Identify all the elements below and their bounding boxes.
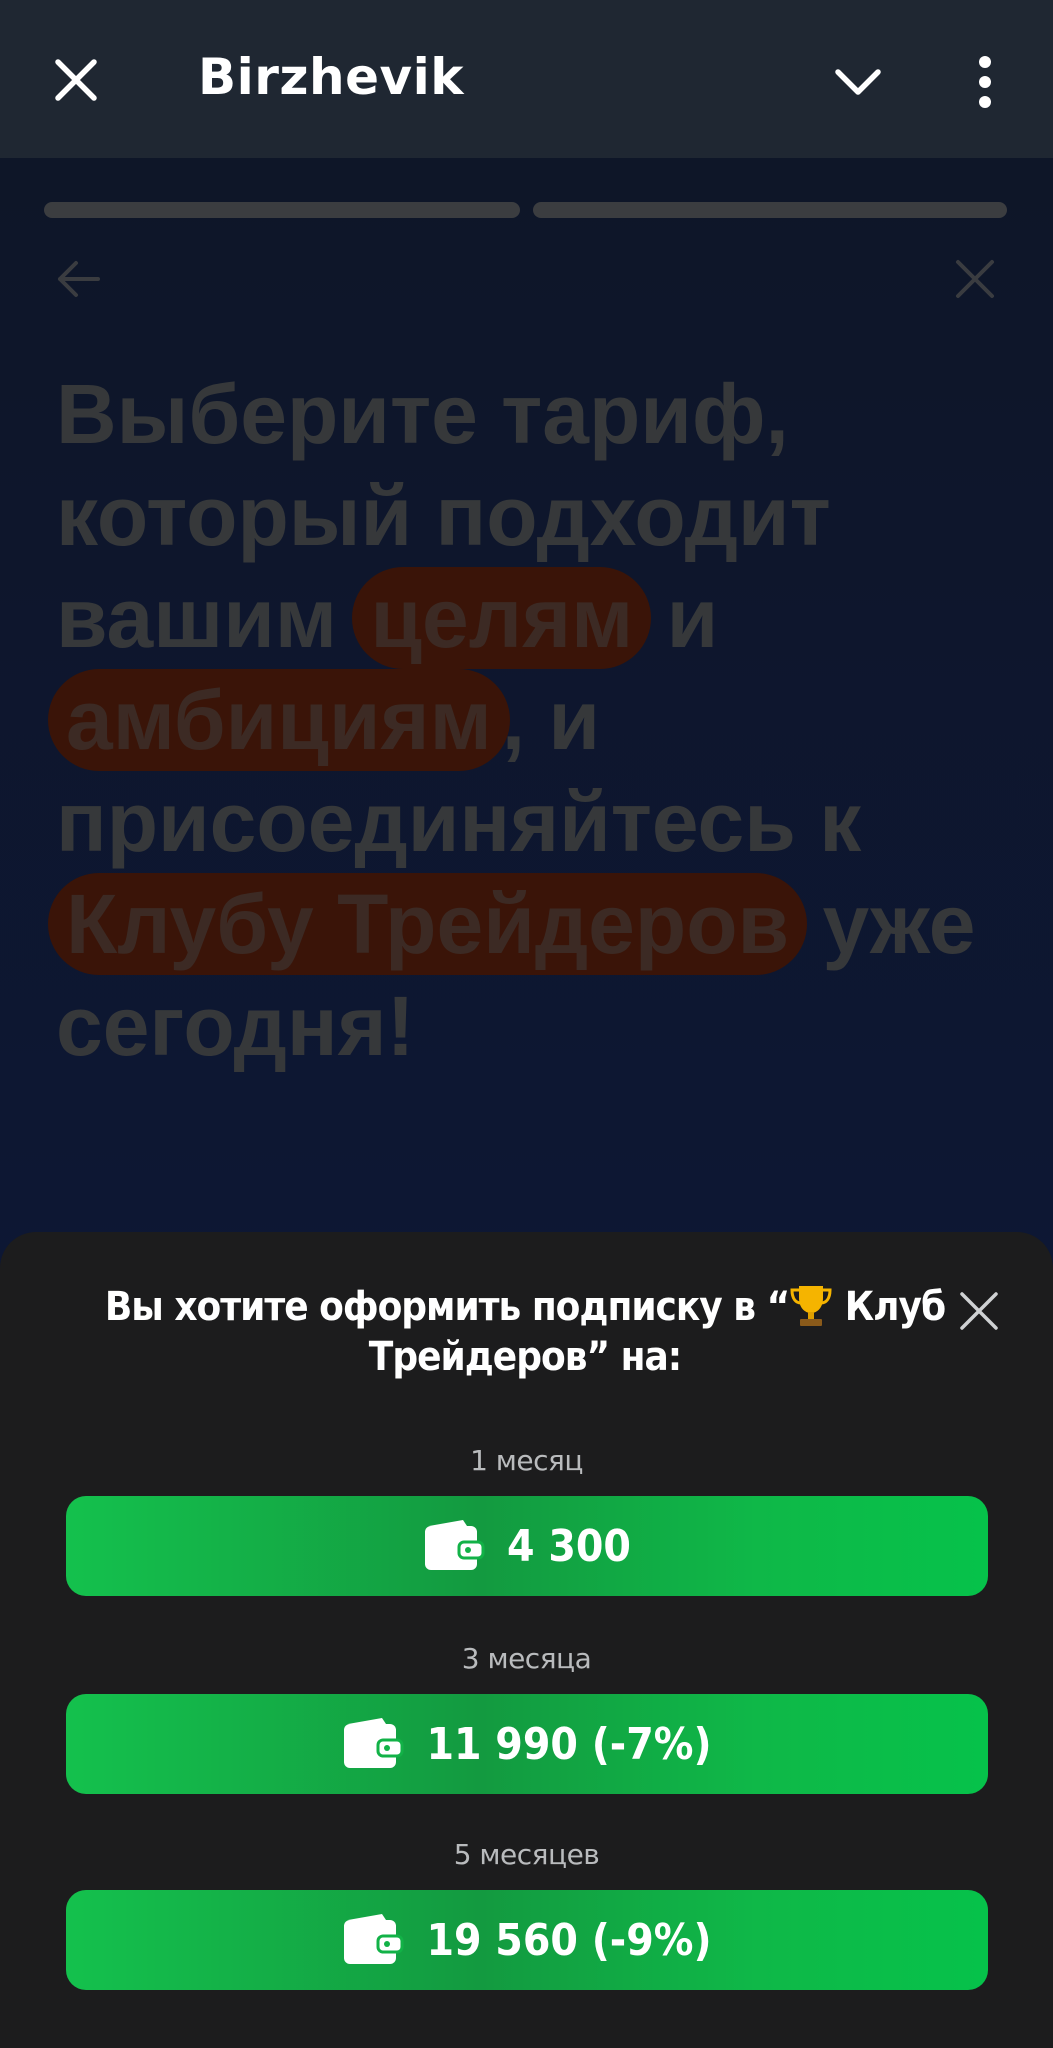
progress-segment-1	[44, 202, 520, 218]
plan-2-label: 3 месяца	[461, 1642, 592, 1675]
plan-3-price: 19 560 (-9%)	[426, 1914, 712, 1966]
plan-3-button[interactable]: 19 560 (-9%)	[66, 1890, 988, 1990]
headline-highlight-goals: целям	[352, 567, 652, 669]
subscription-question: Вы хотите оформить подписку в “ Клуб Тре…	[70, 1282, 980, 1382]
progress-segment-2	[533, 202, 1007, 218]
subscription-sheet: Вы хотите оформить подписку в “ Клуб Тре…	[0, 1232, 1053, 2048]
headline-line-1: Выберите тариф,	[56, 367, 789, 461]
headline-line-3-tail: и	[666, 571, 719, 665]
plan-2-button[interactable]: 11 990 (-7%)	[66, 1694, 988, 1794]
plan-3-label: 5 месяцев	[453, 1838, 600, 1871]
plan-2-price: 11 990 (-7%)	[426, 1718, 712, 1770]
wallet-icon	[423, 1518, 485, 1574]
trophy-icon	[789, 1282, 833, 1328]
chevron-down-icon[interactable]	[828, 52, 888, 112]
more-vert-icon[interactable]	[960, 52, 1010, 112]
question-text-start: Вы хотите оформить подписку в “	[104, 1284, 790, 1330]
plan-1-button[interactable]: 4 300	[66, 1496, 988, 1596]
headline-line-4-tail: , и	[501, 673, 601, 767]
headline-line-3: вашим	[56, 571, 338, 665]
plan-1-label: 1 месяц	[470, 1444, 583, 1477]
headline: Выберите тариф, который подходит вашим ц…	[48, 363, 1016, 1077]
back-arrow-icon[interactable]	[54, 254, 104, 304]
app-bar: Birzhevik	[0, 0, 1053, 158]
headline-highlight-club: Клубу Трейдеров	[48, 873, 808, 975]
headline-line-7: сегодня!	[56, 979, 415, 1073]
headline-highlight-ambitions: амбициям	[48, 669, 510, 771]
headline-line-5: присоединяйтесь к	[56, 775, 862, 869]
wallet-icon	[342, 1912, 404, 1968]
plan-1-price: 4 300	[507, 1520, 631, 1572]
close-icon[interactable]	[46, 50, 106, 110]
wallet-icon	[342, 1716, 404, 1772]
close-story-icon[interactable]	[952, 254, 998, 304]
app-title: Birzhevik	[198, 48, 464, 106]
headline-line-6-tail: уже	[822, 877, 976, 971]
headline-line-2: который подходит	[56, 469, 831, 563]
